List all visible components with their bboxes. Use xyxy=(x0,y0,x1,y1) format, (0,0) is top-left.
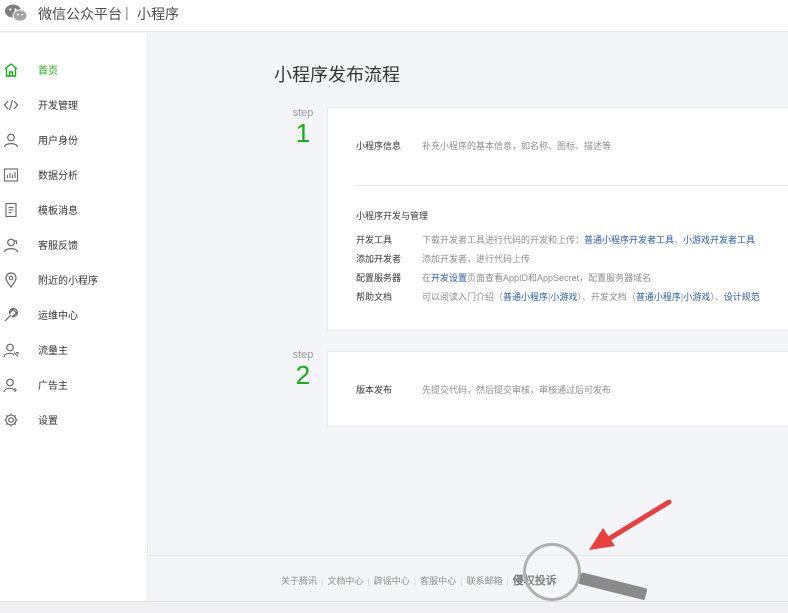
footer-link-rumor[interactable]: 辟谣中心 xyxy=(374,576,410,586)
version-release-row: 版本发布 先提交代码，然后提交审核，审核通过后可发布 xyxy=(356,383,611,396)
footer-link-docs[interactable]: 文档中心 xyxy=(327,576,363,586)
sidebar-item-label: 设置 xyxy=(38,416,58,427)
row-value: 可以阅读入门介绍（ xyxy=(422,292,504,302)
add-developer-row: 添加开发者 添加开发者，进行代码上传 xyxy=(356,252,530,265)
step-1-card: 小程序信息 补充小程序的基本信息，如名称、图标、描述等 小程序开发与管理 开发工具… xyxy=(327,107,788,331)
row-key: 版本发布 xyxy=(356,385,393,395)
sidebar-item-label: 客服反馈 xyxy=(38,241,78,252)
wechat-logo-icon[interactable] xyxy=(4,3,28,23)
row-value: ）、 xyxy=(710,292,724,302)
design-spec-link[interactable]: 设计规范 xyxy=(724,292,760,302)
row-value: 页面查看AppID和AppSecret，配置服务器域名 xyxy=(467,273,652,283)
footer-link-about[interactable]: 关于腾讯 xyxy=(281,576,317,586)
docs-miniprogram-link[interactable]: 普通小程序 xyxy=(636,292,681,302)
step-number: 2 xyxy=(295,360,311,390)
gear-icon xyxy=(4,413,18,427)
step-1-marker: step 1 xyxy=(283,107,323,147)
sidebar-item-nearby-miniprogram[interactable]: 附近的小程序 xyxy=(0,268,148,298)
sidebar-item-label: 运维中心 xyxy=(38,311,78,322)
sidebar-item-label: 模板消息 xyxy=(38,206,78,217)
sidebar-item-label: 广告主 xyxy=(38,381,68,392)
top-bar: 微信公众平台 | 小程序 xyxy=(0,0,788,32)
bottom-strip xyxy=(0,601,788,613)
card-divider xyxy=(354,185,788,186)
row-value: 补充小程序的基本信息，如名称、图标、描述等 xyxy=(422,141,612,151)
traffic-icon xyxy=(3,343,19,358)
red-arrow-annotation-icon xyxy=(589,500,672,550)
user-icon xyxy=(3,133,19,148)
row-key: 小程序信息 xyxy=(356,141,402,151)
step-2-marker: step 2 xyxy=(283,349,323,389)
row-key: 添加开发者 xyxy=(356,254,402,264)
row-value: 先提交代码，然后提交审核，审核通过后可发布 xyxy=(422,385,612,395)
footer-link-service[interactable]: 客服中心 xyxy=(420,576,456,586)
sidebar: 首页 开发管理 用户身份 数据分析 模板消息 客服反馈 附近的小程序 运维中心 … xyxy=(0,33,148,601)
row-key: 帮助文档 xyxy=(356,292,393,302)
miniprogram-info-row: 小程序信息 补充小程序的基本信息，如名称、图标、描述等 xyxy=(356,139,611,152)
sidebar-item-label: 流量主 xyxy=(38,346,68,357)
sidebar-item-home[interactable]: 首页 xyxy=(0,58,148,88)
row-separator: 、 xyxy=(674,235,684,245)
footer-divider xyxy=(149,555,788,556)
intro-miniprogram-link[interactable]: 普通小程序 xyxy=(503,292,548,302)
sidebar-item-label: 数据分析 xyxy=(38,171,78,182)
row-value: ）、开发文档（ xyxy=(577,292,636,302)
row-value: 在 xyxy=(422,273,432,283)
row-value: 下载开发者工具进行代码的开发和上传： xyxy=(422,235,585,245)
location-icon xyxy=(5,272,17,288)
service-icon xyxy=(3,238,19,253)
docs-minigame-link[interactable]: 小游戏 xyxy=(683,292,710,302)
row-value: 添加开发者，进行代码上传 xyxy=(422,254,531,264)
dev-section-heading: 小程序开发与管理 xyxy=(356,211,429,221)
sidebar-item-label: 用户身份 xyxy=(38,136,78,147)
row-key: 配置服务器 xyxy=(356,273,402,283)
platform-title[interactable]: 微信公众平台 xyxy=(38,4,122,24)
sidebar-item-label: 首页 xyxy=(38,66,58,77)
sidebar-item-data-analysis[interactable]: 数据分析 xyxy=(0,163,148,193)
sidebar-item-settings[interactable]: 设置 xyxy=(0,408,148,438)
help-docs-row: 帮助文档 可以阅读入门介绍（普通小程序|小游戏）、开发文档（普通小程序|小游戏）、… xyxy=(356,290,760,303)
dev-tools-row: 开发工具 下载开发者工具进行代码的开发和上传：普通小程序开发者工具、小游戏开发者工… xyxy=(356,233,755,246)
footer-links: 关于腾讯 | 文档中心 | 辟谣中心 | 客服中心 | 联系邮箱 | 侵权投诉 xyxy=(281,575,557,587)
step-number: 1 xyxy=(295,118,311,148)
config-server-row: 配置服务器 在开发设置页面查看AppID和AppSecret，配置服务器域名 xyxy=(356,271,651,284)
sidebar-item-template-message[interactable]: 模板消息 xyxy=(0,198,148,228)
sidebar-item-user-identity[interactable]: 用户身份 xyxy=(0,128,148,158)
sidebar-item-customer-feedback[interactable]: 客服反馈 xyxy=(0,233,148,263)
step-2-card: 版本发布 先提交代码，然后提交审核，审核通过后可发布 xyxy=(327,351,788,427)
sidebar-item-label: 开发管理 xyxy=(38,101,78,112)
sidebar-item-label: 附近的小程序 xyxy=(38,276,98,287)
sidebar-item-dev-manage[interactable]: 开发管理 xyxy=(0,93,148,123)
row-key: 开发工具 xyxy=(356,235,393,245)
sidebar-item-advertiser[interactable]: 广告主 xyxy=(0,373,148,403)
magnifier-annotation-icon xyxy=(523,543,581,601)
sidebar-item-ops-center[interactable]: 运维中心 xyxy=(0,303,148,333)
chart-icon xyxy=(3,168,19,182)
template-icon xyxy=(5,202,17,218)
code-icon xyxy=(3,99,19,111)
dev-settings-link[interactable]: 开发设置 xyxy=(431,273,467,283)
sidebar-item-traffic-master[interactable]: 流量主 xyxy=(0,338,148,368)
intro-minigame-link[interactable]: 小游戏 xyxy=(550,292,577,302)
miniprogram-devtool-link[interactable]: 普通小程序开发者工具 xyxy=(584,235,674,245)
page-title: 小程序发布流程 xyxy=(274,65,400,85)
minigame-devtool-link[interactable]: 小游戏开发者工具 xyxy=(683,235,755,245)
advertiser-icon xyxy=(3,378,17,393)
wrench-icon xyxy=(4,308,18,322)
main-content: 小程序发布流程 step 1 小程序信息 补充小程序的基本信息，如名称、图标、描述… xyxy=(149,33,788,601)
footer-link-email[interactable]: 联系邮箱 xyxy=(466,576,502,586)
home-icon xyxy=(4,63,18,77)
platform-subtitle: 小程序 xyxy=(137,6,179,22)
title-separator: | xyxy=(125,4,129,20)
